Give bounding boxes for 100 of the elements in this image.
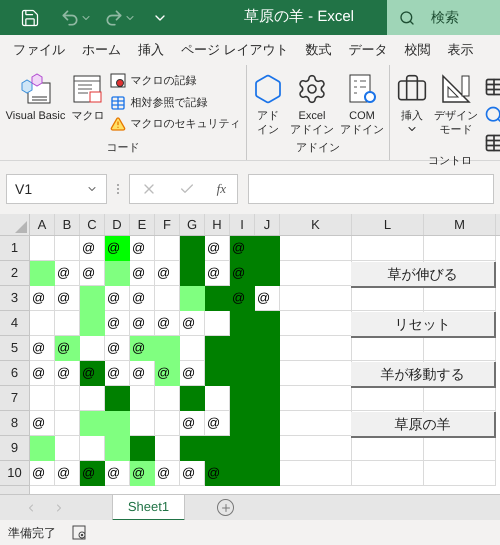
table-cell: @ xyxy=(105,361,130,386)
table-cell: @ xyxy=(205,261,230,286)
ribbon-button[interactable]: マクロの記録 xyxy=(110,73,240,90)
column-header[interactable]: J xyxy=(255,214,280,235)
table-cell: @ xyxy=(155,461,180,486)
macro-button[interactable]: リセット xyxy=(351,312,496,338)
table-cell: @ xyxy=(180,461,205,486)
column-header[interactable]: B xyxy=(55,214,80,235)
table-cell: @ xyxy=(230,286,255,311)
column-header[interactable]: M xyxy=(424,214,496,235)
table-cell: @ xyxy=(205,411,230,436)
ribbon-button[interactable]: アド イン xyxy=(252,73,284,137)
row-header[interactable]: 1 xyxy=(0,236,30,261)
select-all-icon[interactable] xyxy=(15,221,27,233)
row-header[interactable]: 6 xyxy=(0,361,30,386)
save-icon[interactable] xyxy=(20,8,40,28)
ribbon-button[interactable]: デザイン モード xyxy=(434,73,478,137)
macro-button[interactable]: 草原の羊 xyxy=(351,412,496,438)
table-cell: @ xyxy=(30,461,55,486)
row-header[interactable]: 7 xyxy=(0,386,30,411)
table-cell: @ xyxy=(130,236,155,261)
table-cell: @ xyxy=(155,361,180,386)
table-cell xyxy=(352,436,424,461)
menu-tab[interactable]: 校閲 xyxy=(404,40,431,60)
column-header[interactable]: A xyxy=(30,214,55,235)
ribbon-button[interactable]: COM アドイン xyxy=(340,73,384,137)
search-icon xyxy=(399,10,415,26)
row-header[interactable]: 10 xyxy=(0,461,30,486)
table-cell: @ xyxy=(130,261,155,286)
column-header[interactable]: L xyxy=(352,214,424,235)
row-header[interactable]: 9 xyxy=(0,436,30,461)
ribbon-button[interactable]: マクロのセキュリティ xyxy=(110,116,240,132)
table-cell: @ xyxy=(105,236,130,261)
formula-field[interactable] xyxy=(248,174,494,204)
macro-sheet-icon xyxy=(72,73,104,105)
column-header[interactable]: D xyxy=(105,214,130,235)
menu-tab[interactable]: ページ レイアウト xyxy=(181,40,289,60)
table-cell: @ xyxy=(80,461,105,486)
row-header[interactable]: 3 xyxy=(0,286,30,311)
group-label: コントロ xyxy=(428,154,472,169)
name-box[interactable]: V1 xyxy=(6,174,107,204)
table-cell xyxy=(424,436,496,461)
row-header[interactable] xyxy=(0,486,30,494)
ribbon-button[interactable]: Visual Basic xyxy=(6,73,66,123)
table-cell xyxy=(280,336,352,361)
table-cell xyxy=(352,336,424,361)
table-cell: @ xyxy=(105,286,130,311)
menu-tab[interactable]: ファイル xyxy=(13,40,65,60)
row-header[interactable]: 2 xyxy=(0,261,30,286)
column-header[interactable]: C xyxy=(80,214,105,235)
table-cell: @ xyxy=(130,461,155,486)
insert-function-button[interactable]: fx xyxy=(216,179,226,199)
table-cell: @ xyxy=(80,361,105,386)
ribbon-button[interactable]: 相対参照で記録 xyxy=(110,94,240,111)
search-field[interactable]: 検索 xyxy=(387,0,500,35)
macro-button[interactable]: 羊が移動する xyxy=(351,362,496,388)
table-icon xyxy=(110,94,126,111)
column-header[interactable]: H xyxy=(205,214,230,235)
search-icon[interactable] xyxy=(484,105,500,125)
column-header[interactable]: I xyxy=(230,214,255,235)
row-header[interactable]: 8 xyxy=(0,411,30,436)
table-cell: @ xyxy=(105,336,130,361)
warning-icon xyxy=(110,116,126,132)
column-header[interactable]: E xyxy=(130,214,155,235)
table-cell: @ xyxy=(55,286,80,311)
table-cell: @ xyxy=(105,311,130,336)
status-text: 準備完了 xyxy=(8,524,56,542)
table-cell xyxy=(280,436,352,461)
cubes-icon xyxy=(20,73,52,105)
table-cell: @ xyxy=(30,336,55,361)
table-cell xyxy=(352,461,424,486)
column-header[interactable]: K xyxy=(280,214,352,235)
table-cell: @ xyxy=(130,336,155,361)
menu-tab[interactable]: データ xyxy=(348,40,388,60)
grid-icon[interactable] xyxy=(484,133,500,153)
macro-record-icon[interactable] xyxy=(72,524,88,540)
table-cell: @ xyxy=(55,261,80,286)
ribbon-button[interactable]: Excel アドイン xyxy=(290,73,334,137)
ribbon-button[interactable]: 挿入 xyxy=(396,73,428,135)
table-cell: @ xyxy=(80,236,105,261)
table-cell xyxy=(280,386,352,411)
menu-tab[interactable]: ホーム xyxy=(82,40,121,60)
table-cell: @ xyxy=(255,286,280,311)
macro-button[interactable]: 草が伸びる xyxy=(351,262,496,288)
menu-tab[interactable]: 表示 xyxy=(448,40,474,60)
table-cell: @ xyxy=(105,461,130,486)
sheet-tab[interactable]: Sheet1 xyxy=(112,494,185,520)
menu-tab[interactable]: 数式 xyxy=(306,40,332,60)
grid-icon[interactable] xyxy=(484,77,500,97)
ribbon-button[interactable]: マクロ xyxy=(71,73,104,123)
column-header[interactable]: F xyxy=(155,214,180,235)
row-header[interactable]: 5 xyxy=(0,336,30,361)
table-cell: @ xyxy=(55,461,80,486)
row-header[interactable]: 4 xyxy=(0,311,30,336)
add-sheet-icon[interactable] xyxy=(217,499,234,516)
menu-tab[interactable]: 挿入 xyxy=(138,40,164,60)
table-cell xyxy=(424,336,496,361)
table-cell xyxy=(424,461,496,486)
table-cell: @ xyxy=(80,261,105,286)
column-header[interactable]: G xyxy=(180,214,205,235)
